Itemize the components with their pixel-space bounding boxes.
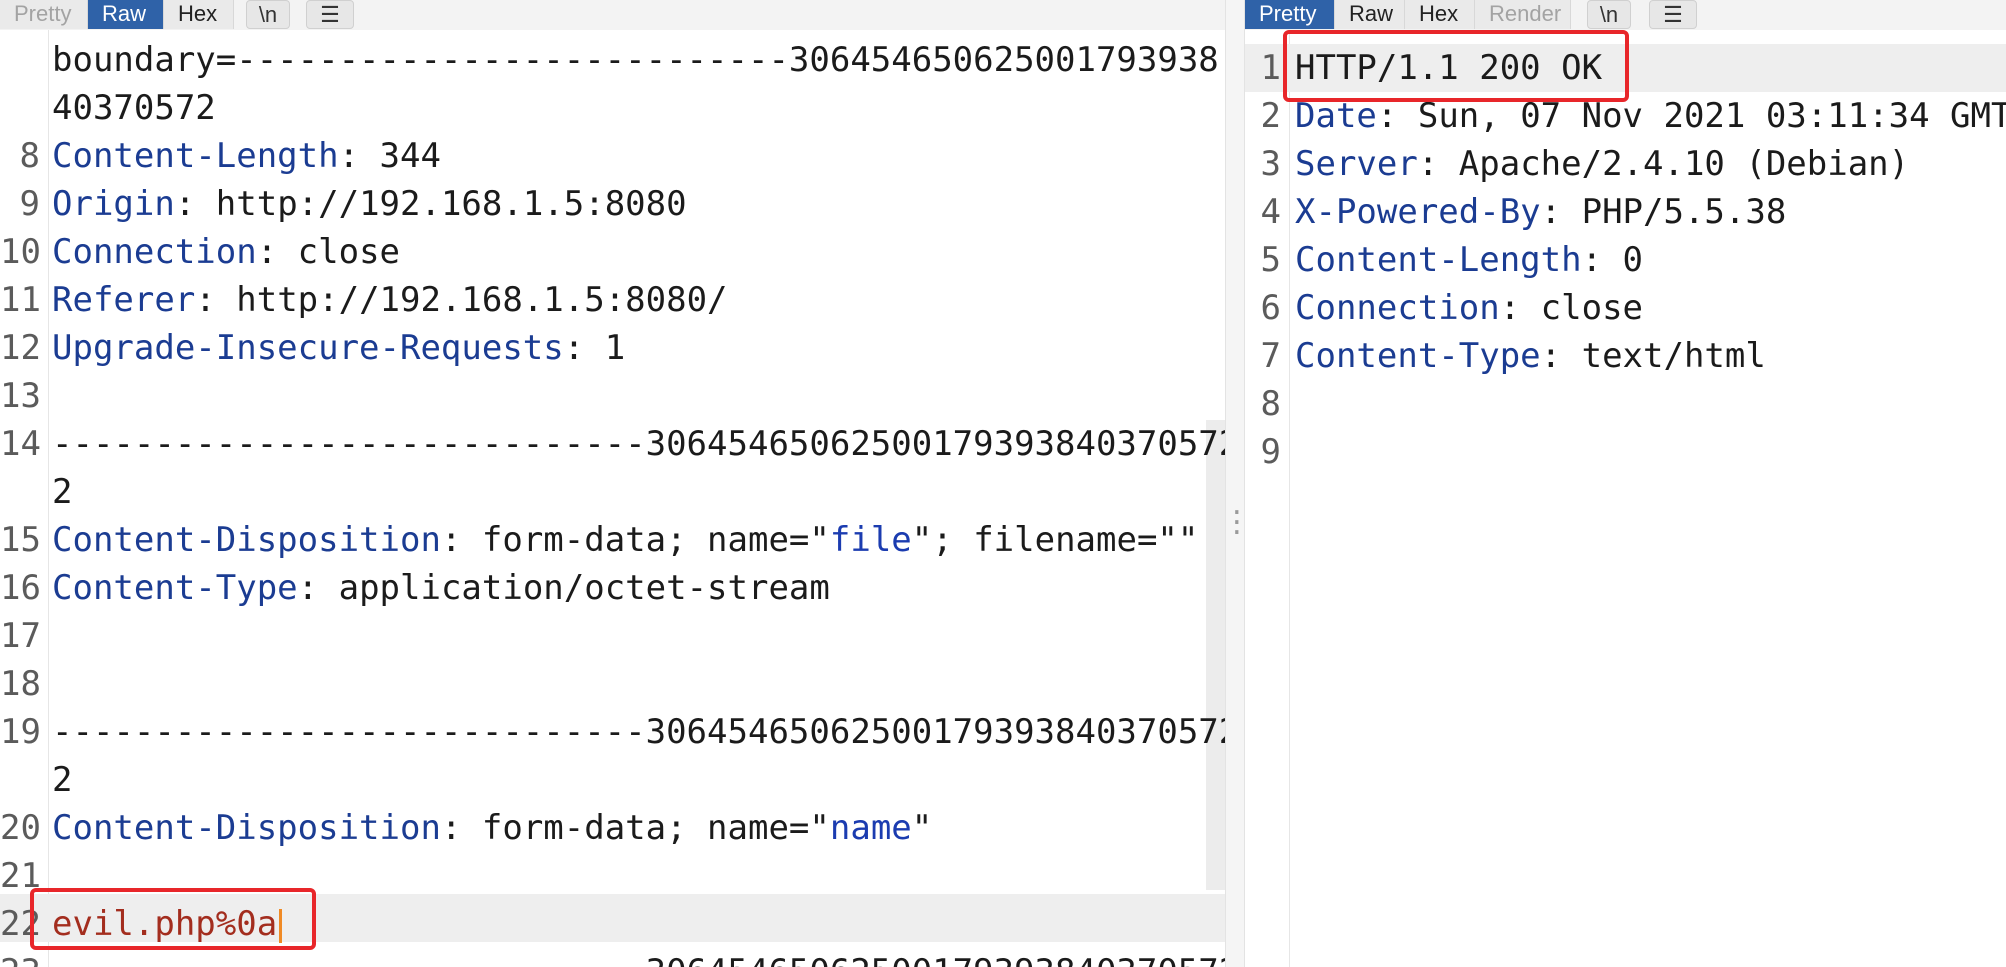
tab-hex[interactable]: Hex: [164, 0, 234, 29]
header-key: X-Powered-By: [1295, 192, 1541, 232]
header-key: Content-Type: [52, 568, 298, 608]
header-key: Upgrade-Insecure-Requests: [52, 328, 564, 368]
menu-icon[interactable]: ☰: [1649, 0, 1697, 29]
header-key: Content-Length: [1295, 240, 1582, 280]
header-key: Connection: [1295, 288, 1500, 328]
code-line: 17: [0, 616, 41, 656]
header-key: Referer: [52, 280, 196, 320]
code-line: 14 -----------------------------306454650…: [0, 424, 1225, 464]
code-line: 13: [0, 376, 41, 416]
header-key: Content-Disposition: [52, 520, 441, 560]
code-line: 5 Content-Length: 0: [1260, 240, 1644, 280]
header-key: Origin: [52, 184, 175, 224]
tab-hex[interactable]: Hex: [1405, 0, 1475, 29]
header-key: Date: [1295, 96, 1377, 136]
code-line: boundary=---------------------------3064…: [52, 40, 1219, 80]
param-value: name: [829, 808, 912, 848]
code-line: 2: [52, 472, 73, 512]
code-line: 16 Content-Type: application/octet-stream: [0, 568, 830, 608]
tab-render[interactable]: Render: [1475, 0, 1571, 29]
newline-toggle-button[interactable]: \n: [1587, 0, 1631, 29]
header-key: Connection: [52, 232, 257, 272]
code-line: 23-----------------------------306454650…: [0, 948, 1225, 967]
code-line: 9 Origin: http://192.168.1.5:8080: [19, 184, 687, 224]
menu-icon[interactable]: ☰: [306, 0, 354, 29]
header-key: Content-Type: [1295, 336, 1541, 376]
code-line: 19 -----------------------------306454650…: [0, 712, 1225, 752]
tab-raw[interactable]: Raw: [88, 0, 164, 29]
code-line: 3 Server: Apache/2.4.10 (Debian): [1260, 144, 1910, 184]
code-line: 2: [52, 760, 73, 800]
code-line: 40370572: [52, 88, 216, 128]
header-key: Content-Length: [52, 136, 339, 176]
code-line: 20 Content-Disposition: form-data; name="…: [0, 808, 933, 848]
code-line: 6 Connection: close: [1260, 288, 1644, 328]
code-line: 15 Content-Disposition: form-data; name="…: [0, 520, 1199, 560]
tab-pretty[interactable]: Pretty: [1245, 0, 1335, 29]
code-line: 10 Connection: close: [0, 232, 401, 272]
request-editor-pane[interactable]: Pretty Raw Hex \n ☰ boundary=-----------…: [0, 0, 1225, 967]
code-line: 4 X-Powered-By: PHP/5.5.38: [1260, 192, 1787, 232]
response-code[interactable]: 1 HTTP/1.1 200 OK 2 Date: Sun, 07 Nov 2021…: [1245, 44, 2006, 476]
response-viewer-pane[interactable]: Pretty Raw Hex Render \n ☰ 1 HTTP/1.1 200…: [1245, 0, 2006, 967]
payload-highlight-box: [30, 888, 316, 950]
code-line: 8: [1260, 384, 1281, 424]
tab-raw[interactable]: Raw: [1335, 0, 1405, 29]
code-line: 9: [1260, 432, 1281, 472]
header-key: Server: [1295, 144, 1418, 184]
request-code[interactable]: boundary=---------------------------3064…: [0, 36, 1225, 967]
code-line: 11 Referer: http://192.168.1.5:8080/: [0, 280, 728, 320]
param-value: file: [829, 520, 912, 560]
tab-pretty[interactable]: Pretty: [0, 0, 88, 29]
header-key: Content-Disposition: [52, 808, 441, 848]
splitter-grip-icon: · · ·: [1229, 498, 1245, 548]
code-line: 8 Content-Length: 344: [19, 136, 441, 176]
request-toolbar: Pretty Raw Hex \n ☰: [0, 0, 1225, 30]
newline-toggle-button[interactable]: \n: [246, 0, 290, 29]
pane-splitter[interactable]: · · ·: [1225, 0, 1245, 967]
status-highlight-box: [1283, 30, 1629, 102]
response-toolbar: Pretty Raw Hex Render \n ☰: [1245, 0, 2006, 30]
code-line: 12 Upgrade-Insecure-Requests: 1: [0, 328, 626, 368]
code-line: 18: [0, 664, 41, 704]
code-line: 7 Content-Type: text/html: [1260, 336, 1766, 376]
